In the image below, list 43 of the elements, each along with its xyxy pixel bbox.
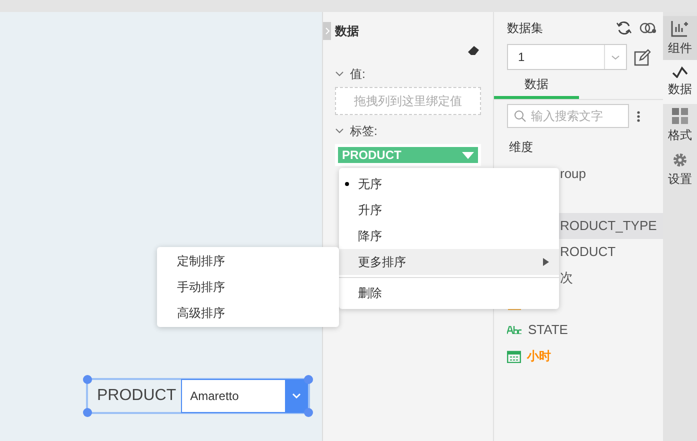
chevron-icon[interactable] <box>335 128 344 134</box>
chevron-right-icon <box>324 27 330 35</box>
field-label: 小时 <box>527 348 551 365</box>
menu-item[interactable]: 更多排序 <box>339 249 559 275</box>
chevron-down-icon <box>292 393 300 399</box>
more-icon[interactable] <box>637 110 640 122</box>
side-tab[interactable]: 格式 <box>663 104 697 148</box>
link-dataset-icon[interactable] <box>639 22 657 34</box>
line-chart-icon <box>672 66 688 78</box>
add-chart-icon <box>671 20 689 36</box>
search-icon <box>514 110 526 122</box>
side-tab[interactable]: 数据 <box>663 60 697 104</box>
side-tab[interactable]: 设置 <box>663 148 697 192</box>
label-label: 标签: <box>350 123 378 140</box>
value-label: 值: <box>350 66 366 83</box>
eraser-icon[interactable] <box>468 46 479 55</box>
menu-item[interactable]: 无序 <box>339 171 559 197</box>
caret-down-icon <box>462 152 474 158</box>
menu-item[interactable]: 删除 <box>339 280 559 306</box>
chevron-down-icon <box>611 54 620 60</box>
widget-label: PRODUCT <box>97 386 176 406</box>
menu-item[interactable]: 高级排序 <box>157 300 339 326</box>
combo-select[interactable]: Amaretto <box>181 379 308 413</box>
edit-icon[interactable] <box>634 48 651 66</box>
grid-icon <box>672 108 688 124</box>
side-tab[interactable]: 组件 <box>663 16 697 60</box>
menu-item[interactable]: 手动排序 <box>157 274 339 300</box>
combo-widget[interactable]: PRODUCT Amaretto <box>86 378 310 414</box>
refresh-icon[interactable] <box>616 20 632 36</box>
field-label: STATE <box>528 321 568 340</box>
bullet-icon <box>345 182 349 186</box>
caret-right-icon <box>543 258 549 266</box>
data-tab[interactable]: 数据 <box>494 72 579 99</box>
calendar-icon <box>507 350 521 362</box>
field-item[interactable]: STATE <box>494 317 663 343</box>
settings-icon <box>672 152 688 168</box>
dataset-title: 数据集 <box>507 20 544 37</box>
text-type-icon <box>507 326 522 334</box>
dataset-select[interactable]: 1 <box>507 44 627 70</box>
panel-title: 数据 <box>335 23 359 40</box>
menu-item[interactable]: 定制排序 <box>157 248 339 274</box>
chevron-icon[interactable] <box>335 71 344 77</box>
section-title: 维度 <box>508 139 534 156</box>
